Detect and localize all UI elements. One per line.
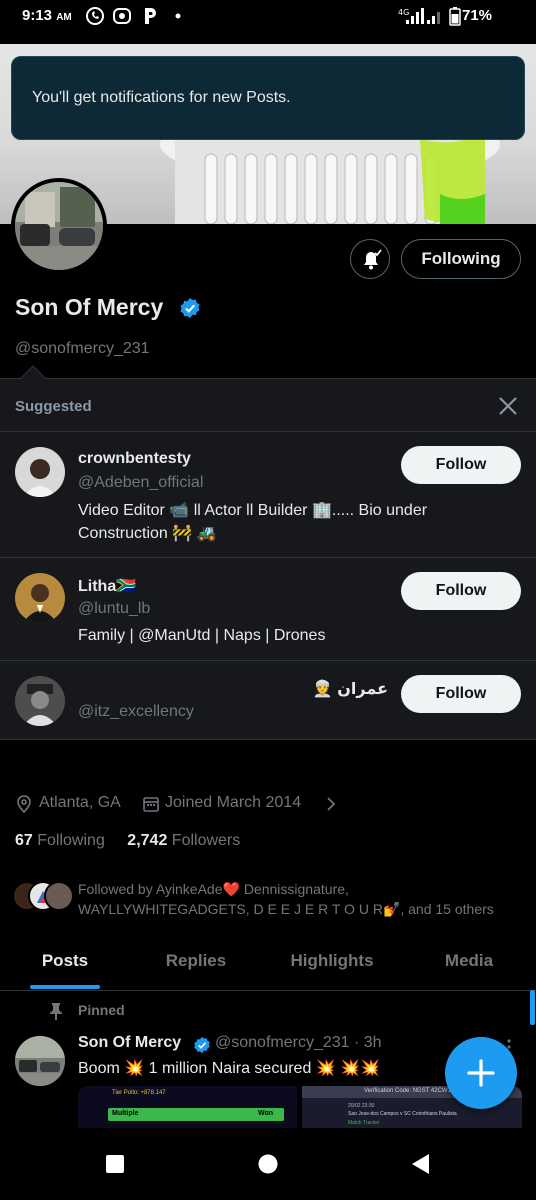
status-time: 9:13 AM bbox=[22, 7, 72, 24]
signal-icon: 4G bbox=[398, 8, 440, 24]
suggested-user-name[interactable]: عمران 👳 bbox=[313, 679, 388, 699]
suggested-user-item[interactable]: crownbentesty @Adeben_official Video Edi… bbox=[0, 431, 536, 557]
location-pin-icon bbox=[17, 795, 31, 813]
suggested-user-avatar[interactable] bbox=[15, 447, 65, 497]
follow-counts: 67 Following 2,742 Followers bbox=[15, 832, 240, 850]
close-icon[interactable] bbox=[496, 394, 520, 418]
follower-avatar bbox=[44, 881, 74, 911]
follow-button[interactable]: Follow bbox=[401, 446, 521, 484]
suggested-user-handle: @Adeben_official bbox=[78, 474, 204, 491]
post-image[interactable]: Tier Pollo: +878.147 Multiple Won bbox=[78, 1086, 297, 1128]
followers-count-link[interactable]: 2,742 Followers bbox=[127, 832, 240, 849]
svg-text:4G: 4G bbox=[398, 8, 409, 17]
image-header-text: Verification Code: NGST 42CW1 bbox=[364, 1088, 451, 1094]
follow-button[interactable]: Follow bbox=[401, 675, 521, 713]
profile-location: Atlanta, GA bbox=[39, 794, 121, 811]
dot-icon bbox=[175, 13, 181, 19]
image-badge-text: Won bbox=[258, 1110, 274, 1117]
chevron-right-icon[interactable] bbox=[325, 797, 337, 811]
avatar-image bbox=[15, 676, 65, 726]
toast-text: You'll get notifications for new Posts. bbox=[32, 89, 291, 106]
battery-icon bbox=[449, 7, 461, 26]
suggested-title: Suggested bbox=[15, 398, 92, 415]
following-button[interactable]: Following bbox=[401, 239, 521, 279]
plus-icon bbox=[467, 1059, 495, 1087]
recents-square-icon[interactable] bbox=[103, 1152, 127, 1176]
image-match-text: Sao Jose-dos Campos v SC Corinthians Pau… bbox=[348, 1111, 457, 1117]
avatar-image bbox=[15, 1036, 65, 1086]
record-icon bbox=[113, 8, 131, 24]
calendar-icon bbox=[143, 797, 159, 812]
pinned-label: Pinned bbox=[78, 1002, 125, 1018]
battery-percent: 71% bbox=[462, 7, 493, 24]
followed-by-text[interactable]: Followed by AyinkeAde❤️ Dennissignature,… bbox=[78, 879, 518, 919]
image-date-text: 20/02 23:30 bbox=[348, 1103, 375, 1109]
verified-badge-icon bbox=[180, 298, 200, 318]
suggested-panel: Suggested crownbentesty @Adeben_official… bbox=[0, 378, 536, 740]
image-row-text: Multiple bbox=[112, 1110, 139, 1117]
suggested-user-bio: Family | @ManUtd | Naps | Drones bbox=[78, 627, 326, 644]
parking-icon bbox=[145, 8, 156, 24]
tab-media[interactable]: Media bbox=[402, 932, 536, 991]
verified-badge-icon bbox=[194, 1036, 210, 1054]
profile-tabs: Posts Replies Highlights Media bbox=[0, 932, 536, 991]
suggested-user-avatar[interactable] bbox=[15, 676, 65, 726]
suggested-user-name[interactable]: Litha🇿🇦 bbox=[78, 576, 136, 596]
image-win-bar: Multiple Won bbox=[108, 1108, 284, 1121]
avatar-image bbox=[15, 447, 65, 497]
profile-display-name: Son Of Mercy bbox=[15, 294, 164, 320]
active-tab-indicator bbox=[30, 985, 100, 989]
home-circle-icon[interactable] bbox=[256, 1152, 280, 1176]
suggested-user-avatar[interactable] bbox=[15, 573, 65, 623]
post-text: Boom 💥 1 million Naira secured 💥 💥💥 bbox=[78, 1060, 380, 1077]
system-nav-bar bbox=[0, 1128, 536, 1200]
suggested-user-bio: Video Editor 📹 ll Actor ll Builder 🏢....… bbox=[78, 502, 428, 542]
notification-toast: You'll get notifications for new Posts. bbox=[11, 56, 525, 140]
back-triangle-icon[interactable] bbox=[409, 1152, 433, 1176]
suggested-user-item[interactable]: Litha🇿🇦 @luntu_lb Family | @ManUtd | Nap… bbox=[0, 557, 536, 660]
image-header-text: Tier Pollo: +878.147 bbox=[112, 1090, 166, 1096]
tab-replies[interactable]: Replies bbox=[130, 932, 262, 991]
pin-icon bbox=[50, 1003, 62, 1020]
avatar-image bbox=[15, 573, 65, 623]
follow-button[interactable]: Follow bbox=[401, 572, 521, 610]
post-handle-time: @sonofmercy_231 · 3h bbox=[215, 1034, 382, 1051]
profile-joined: Joined March 2014 bbox=[165, 794, 302, 811]
bell-check-icon bbox=[364, 249, 382, 270]
whatsapp-icon bbox=[86, 7, 104, 25]
compose-post-button[interactable] bbox=[445, 1037, 517, 1109]
suggested-user-name[interactable]: crownbentesty bbox=[78, 450, 191, 468]
profile-handle: @sonofmercy_231 bbox=[15, 340, 150, 357]
post-author-avatar[interactable] bbox=[15, 1036, 65, 1086]
tab-highlights[interactable]: Highlights bbox=[262, 932, 402, 991]
suggested-user-item[interactable]: عمران 👳 @itz_excellency Follow bbox=[0, 660, 536, 740]
suggested-user-handle: @luntu_lb bbox=[78, 600, 151, 617]
status-bar: 9:13 AM 4G 71% bbox=[0, 0, 536, 34]
suggested-user-handle: @itz_excellency bbox=[78, 703, 194, 720]
avatar-image bbox=[15, 182, 103, 270]
tab-posts[interactable]: Posts bbox=[0, 932, 130, 991]
following-count-link[interactable]: 67 Following bbox=[15, 832, 105, 849]
post-author-name[interactable]: Son Of Mercy bbox=[78, 1034, 181, 1052]
notifications-bell-button[interactable] bbox=[350, 239, 390, 279]
image-tracker-text: Match Tracker bbox=[348, 1120, 380, 1126]
profile-avatar[interactable] bbox=[11, 178, 107, 274]
scrollbar-thumb[interactable] bbox=[530, 990, 535, 1025]
